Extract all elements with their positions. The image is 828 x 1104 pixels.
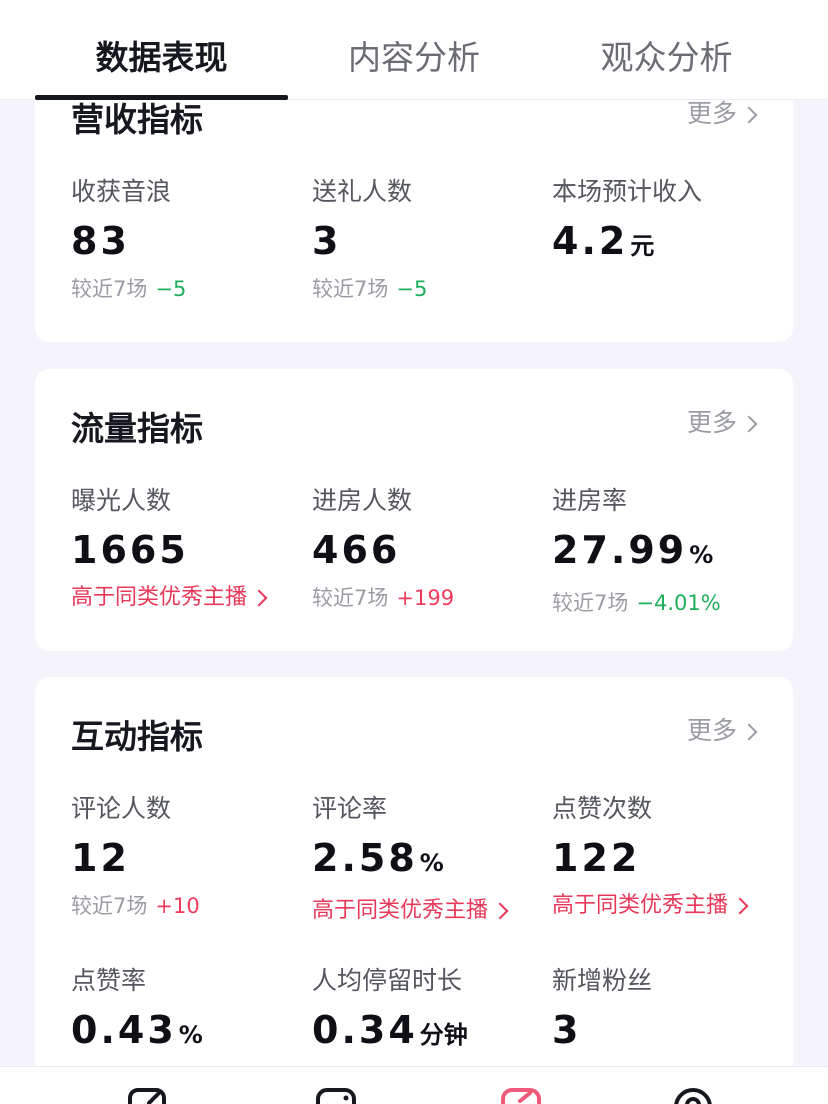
more-label: 更多 <box>686 408 737 437</box>
metric-like-rate: 点赞率 0.43% <box>71 965 301 1058</box>
metric-delta: −5 <box>155 277 187 301</box>
metric-delta: +199 <box>396 586 455 610</box>
metric-value: 122 <box>552 836 641 880</box>
chevron-right-icon <box>731 897 749 915</box>
traffic-title: 流量指标 <box>71 409 203 448</box>
interaction-card: 互动指标 更多 评论人数 12 较近7场 +10 评论率 2.58% 高于同类优秀… <box>35 677 793 1097</box>
traffic-card: 流量指标 更多 曝光人数 1665 高于同类优秀主播 进房人数 466 较近7场… <box>35 369 793 651</box>
tab-data-performance[interactable]: 数据表现 <box>35 34 288 82</box>
metric-unit: % <box>419 849 444 877</box>
metric-compare: 较近7场 +10 <box>71 894 200 918</box>
metric-value: 2.58% <box>312 836 444 880</box>
location-icon[interactable] <box>672 1087 714 1104</box>
metric-value: 3 <box>552 1008 582 1052</box>
chevron-right-icon <box>740 106 758 124</box>
metric-room-entries: 进房人数 466 较近7场 +199 <box>312 485 542 613</box>
edit-icon[interactable] <box>127 1087 169 1104</box>
metric-label: 点赞次数 <box>552 794 653 823</box>
metric-unit: 分钟 <box>419 1021 468 1049</box>
metric-value: 466 <box>312 528 401 572</box>
metric-compare: 较近7场 −5 <box>312 277 428 301</box>
pink-tag-icon[interactable] <box>500 1087 542 1104</box>
chat-icon[interactable] <box>315 1087 357 1104</box>
metric-unit: % <box>689 541 714 569</box>
top-tab-bar: 数据表现 内容分析 观众分析 <box>0 0 828 100</box>
chevron-right-icon <box>740 723 758 741</box>
live-data-page: 数据表现 内容分析 观众分析 营收指标 更多 收获音浪 83 较近7场 −5 送礼… <box>0 0 828 1104</box>
metric-value: 0.43% <box>71 1008 203 1052</box>
metric-comment-rate: 评论率 2.58% 高于同类优秀主播 <box>312 793 542 926</box>
metric-value: 3 <box>312 219 342 263</box>
metric-compare: 较近7场 +199 <box>312 586 455 610</box>
benchmark-link[interactable]: 高于同类优秀主播 <box>552 891 782 921</box>
more-label: 更多 <box>686 99 737 128</box>
metric-unit: % <box>178 1021 203 1049</box>
metric-label: 送礼人数 <box>312 177 413 206</box>
metric-value: 83 <box>71 219 130 263</box>
metric-delta: −4.01% <box>636 591 721 615</box>
chevron-right-icon <box>250 589 268 607</box>
metric-delta: −5 <box>396 277 428 301</box>
revenue-more-button[interactable]: 更多 <box>686 98 758 130</box>
revenue-title: 营收指标 <box>71 100 203 139</box>
metric-value: 1665 <box>71 528 189 572</box>
metric-label: 人均停留时长 <box>312 966 463 995</box>
metric-exposure: 曝光人数 1665 高于同类优秀主播 <box>71 485 301 613</box>
metric-avg-stay: 人均停留时长 0.34分钟 <box>312 965 542 1058</box>
metric-label: 评论率 <box>312 794 388 823</box>
metric-label: 曝光人数 <box>71 486 172 515</box>
interaction-more-button[interactable]: 更多 <box>686 715 758 747</box>
metric-label: 评论人数 <box>71 794 172 823</box>
tab-audience-analysis[interactable]: 观众分析 <box>540 34 793 82</box>
metric-likes: 点赞次数 122 高于同类优秀主播 <box>552 793 782 921</box>
metric-unit: 元 <box>630 232 655 260</box>
metric-label: 点赞率 <box>71 966 147 995</box>
tab-content-analysis[interactable]: 内容分析 <box>288 34 540 82</box>
metric-entry-rate: 进房率 27.99% 较近7场 −4.01% <box>552 485 782 618</box>
metric-label: 本场预计收入 <box>552 177 703 206</box>
active-tab-indicator <box>35 95 288 100</box>
metric-gift-senders: 送礼人数 3 较近7场 −5 <box>312 176 542 304</box>
more-label: 更多 <box>686 716 737 745</box>
metric-label: 进房人数 <box>312 486 413 515</box>
metric-value: 27.99% <box>552 528 714 572</box>
metric-label: 进房率 <box>552 486 628 515</box>
metric-label: 新增粉丝 <box>552 966 653 995</box>
traffic-more-button[interactable]: 更多 <box>686 407 758 439</box>
metric-delta: +10 <box>155 894 200 918</box>
metric-commenters: 评论人数 12 较近7场 +10 <box>71 793 301 921</box>
metric-compare: 较近7场 −5 <box>71 277 187 301</box>
bottom-nav <box>0 1066 828 1104</box>
revenue-card: 营收指标 更多 收获音浪 83 较近7场 −5 送礼人数 3 较近7场 −5 本场预… <box>35 60 793 342</box>
chevron-right-icon <box>740 415 758 433</box>
metric-value: 4.2元 <box>552 219 655 263</box>
metric-compare: 较近7场 −4.01% <box>552 591 721 615</box>
metric-label: 收获音浪 <box>71 177 172 206</box>
chevron-right-icon <box>491 902 509 920</box>
metric-value: 12 <box>71 836 130 880</box>
benchmark-link[interactable]: 高于同类优秀主播 <box>71 583 301 613</box>
interaction-title: 互动指标 <box>71 717 203 756</box>
benchmark-link[interactable]: 高于同类优秀主播 <box>312 896 542 926</box>
metric-value: 0.34分钟 <box>312 1008 468 1052</box>
metric-sound-waves: 收获音浪 83 较近7场 −5 <box>71 176 301 304</box>
metric-new-followers: 新增粉丝 3 <box>552 965 782 1053</box>
metric-estimated-income: 本场预计收入 4.2元 <box>552 176 782 269</box>
